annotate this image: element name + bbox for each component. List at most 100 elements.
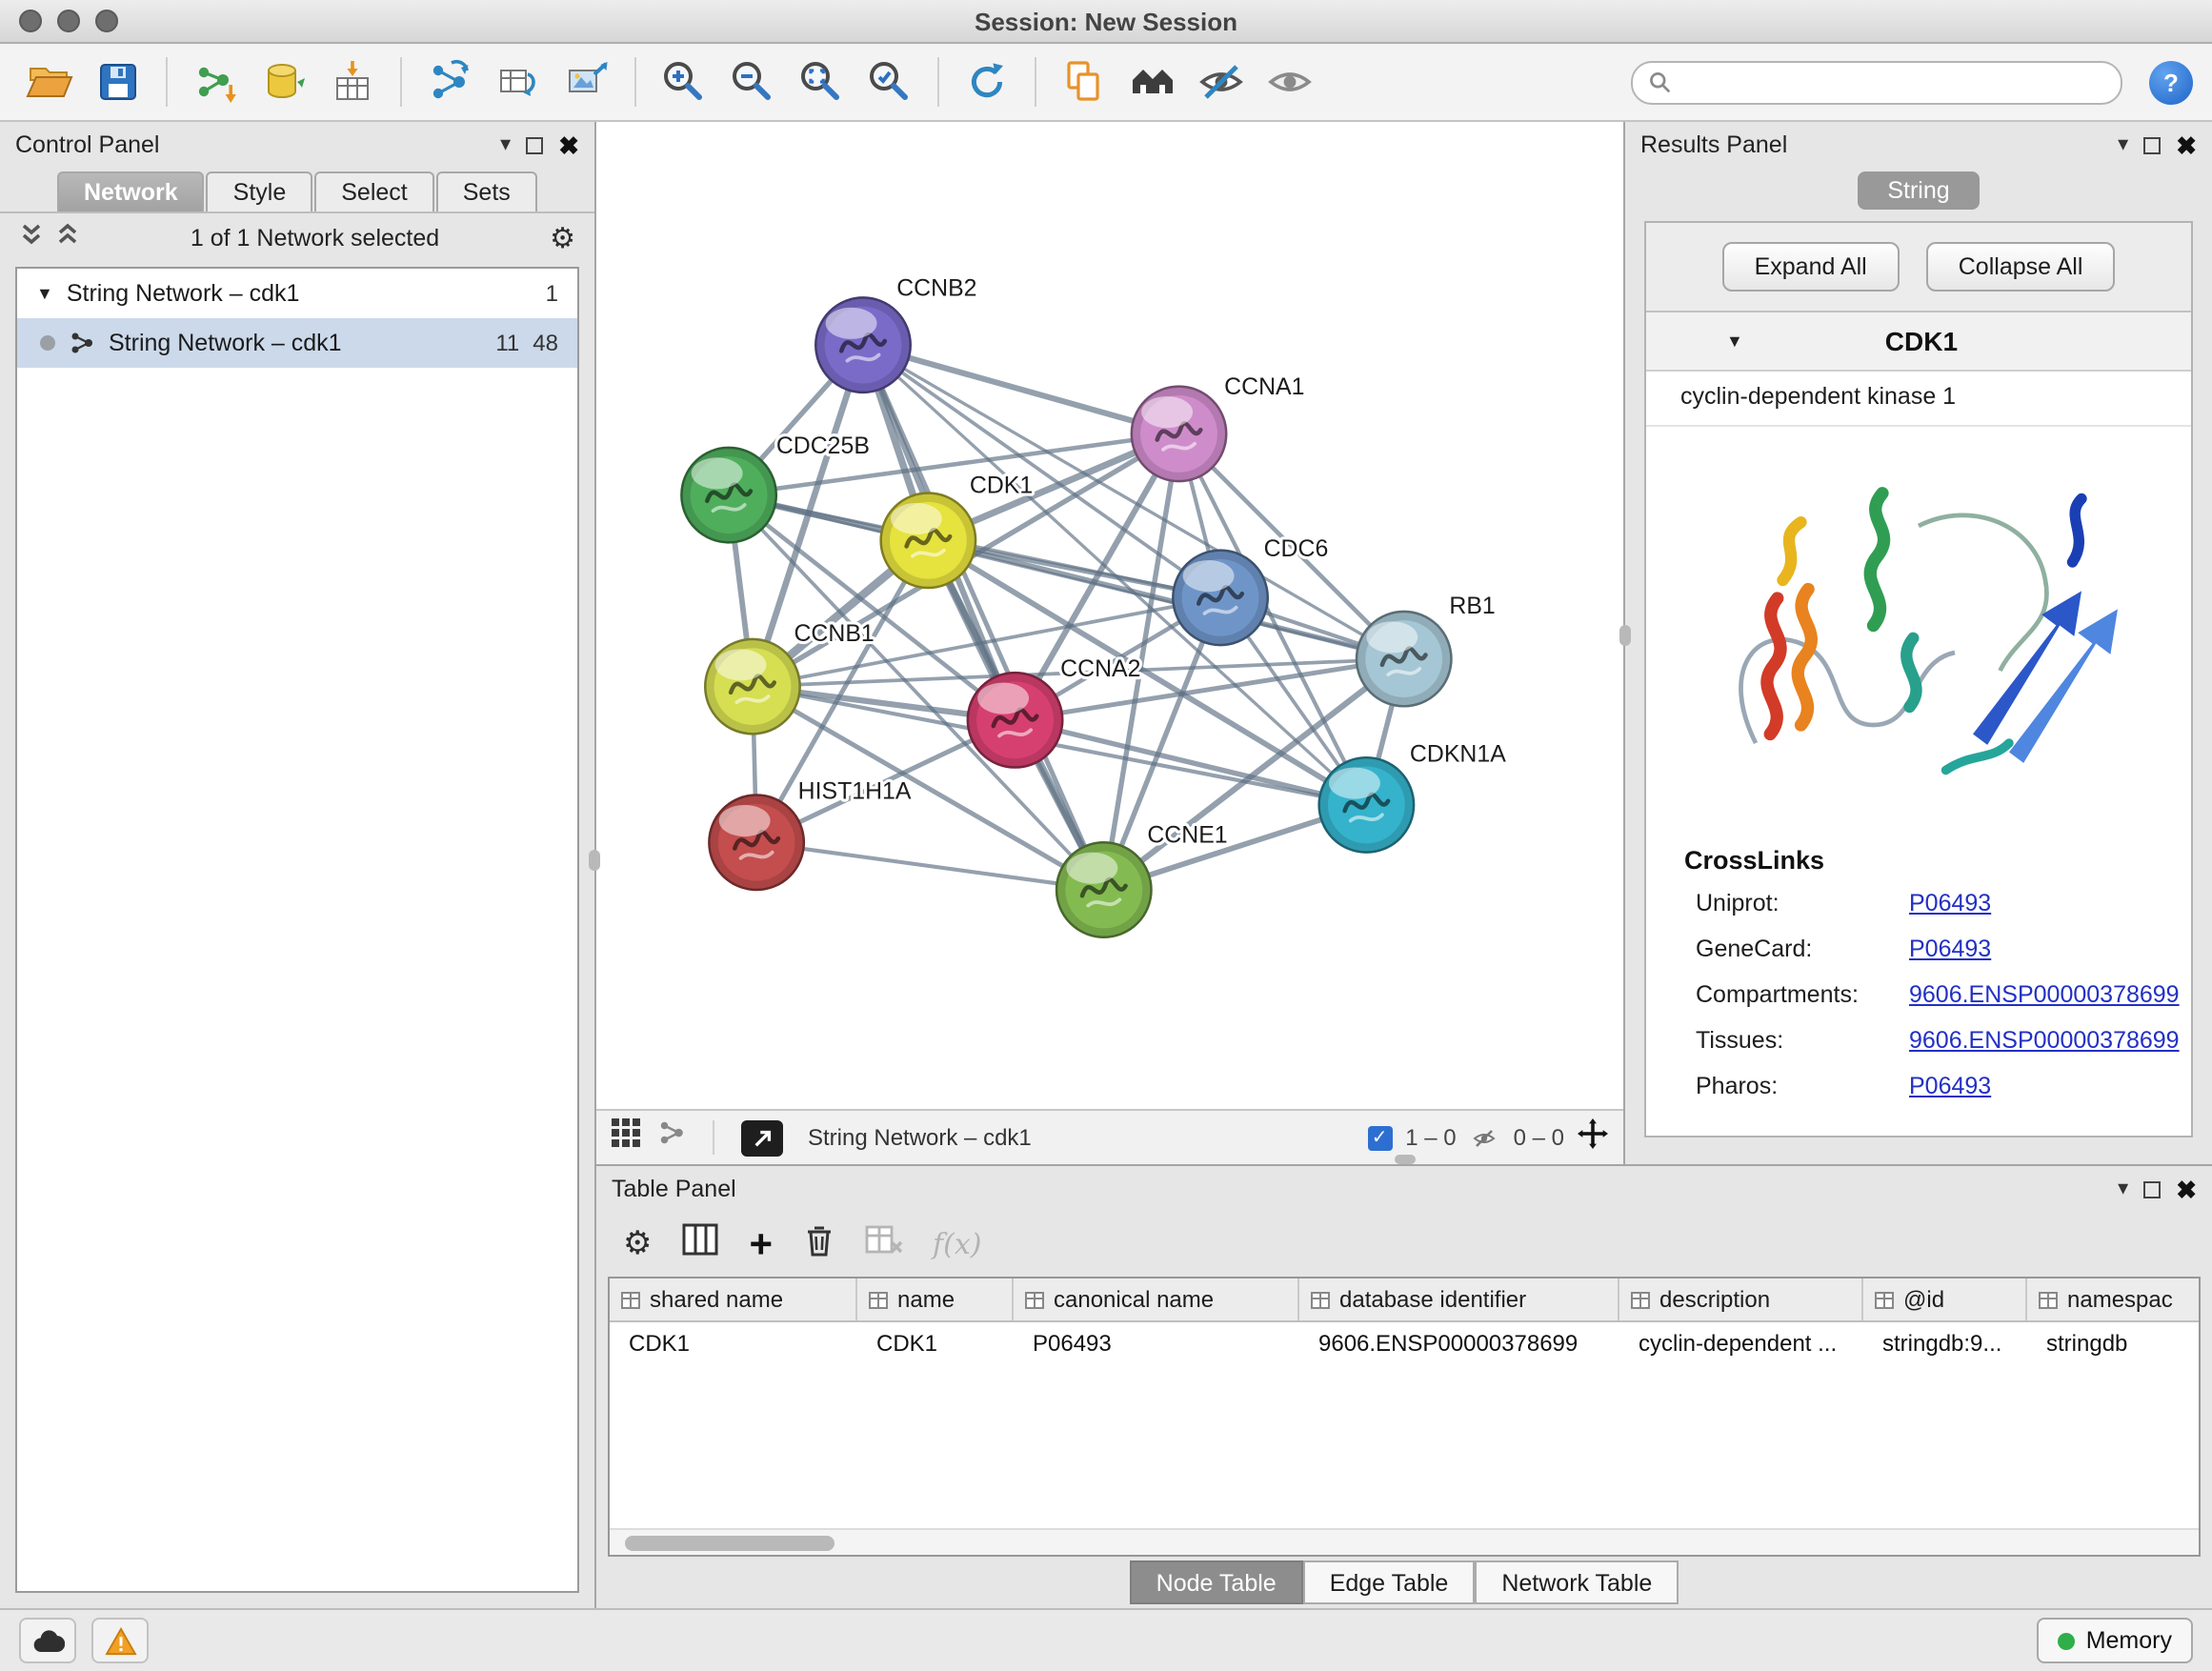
tab-string[interactable]: String — [1857, 171, 1980, 210]
tab-node-table[interactable]: Node Table — [1130, 1560, 1303, 1604]
column-header-shared-name[interactable]: shared name — [610, 1278, 857, 1320]
crosslink-row: GeneCard: P06493 — [1696, 936, 2191, 962]
network-node-cdc25b[interactable] — [681, 448, 775, 542]
panel-menu-button[interactable]: ▾ — [2118, 1178, 2128, 1199]
network-options-button[interactable]: ⚙ — [550, 221, 575, 255]
scrollbar-thumb[interactable] — [625, 1535, 835, 1550]
zoom-in-button[interactable] — [654, 51, 714, 112]
column-type-icon — [1875, 1291, 1894, 1308]
column-header-namespace[interactable]: namespac — [2027, 1278, 2199, 1320]
apply-preferred-layout-button[interactable] — [956, 51, 1017, 112]
column-header-name[interactable]: name — [857, 1278, 1014, 1320]
network-edge[interactable] — [756, 842, 1104, 890]
table-row[interactable]: CDK1 CDK1 P06493 9606.ENSP00000378699 cy… — [610, 1322, 2199, 1362]
zoom-out-button[interactable] — [722, 51, 783, 112]
network-edge[interactable] — [863, 345, 1104, 890]
network-collection-row[interactable]: ▼ String Network – cdk1 1 — [17, 269, 577, 318]
network-node-cdkn1a[interactable] — [1319, 757, 1414, 852]
home-button[interactable] — [1122, 51, 1183, 112]
birdseye-toggle-button[interactable] — [741, 1119, 783, 1156]
network-node-cdc6[interactable] — [1173, 551, 1267, 645]
network-node-hist1h1a[interactable] — [709, 795, 803, 890]
show-columns-button[interactable] — [683, 1223, 719, 1265]
cloud-status-button[interactable] — [19, 1618, 76, 1663]
crosslink-link-pharos[interactable]: P06493 — [1909, 1073, 1999, 1099]
network-node-ccna1[interactable] — [1132, 387, 1226, 481]
close-panel-button[interactable]: ✖ — [2176, 1177, 2197, 1201]
collapse-all-networks-button[interactable] — [19, 221, 44, 255]
network-canvas[interactable]: CCNB2CCNA1CDC25BCDK1CDC6RB1CCNB1CCNA2CDK… — [596, 122, 1623, 1109]
expand-all-button[interactable]: Expand All — [1722, 242, 1900, 292]
splitter-handle[interactable] — [1619, 625, 1631, 646]
column-header-id[interactable]: @id — [1863, 1278, 2027, 1320]
tab-style[interactable]: Style — [207, 171, 313, 211]
column-header-database-identifier[interactable]: database identifier — [1299, 1278, 1619, 1320]
export-image-button[interactable] — [556, 51, 617, 112]
network-overview-button[interactable] — [657, 1118, 686, 1157]
import-network-from-database-button[interactable] — [253, 51, 314, 112]
main-area: Control Panel ▾ ✖ Network Style Select S… — [0, 122, 2212, 1608]
zoom-selected-button[interactable] — [859, 51, 920, 112]
splitter-handle[interactable] — [589, 850, 600, 871]
import-network-from-file-button[interactable] — [185, 51, 246, 112]
close-panel-button[interactable]: ✖ — [2176, 132, 2197, 157]
search-input[interactable] — [1680, 67, 2105, 97]
network-node-ccne1[interactable] — [1056, 842, 1151, 936]
network-node-rb1[interactable] — [1357, 612, 1451, 706]
float-panel-button[interactable] — [2143, 1180, 2161, 1198]
network-node-ccna2[interactable] — [968, 673, 1062, 767]
tab-network-table[interactable]: Network Table — [1475, 1560, 1679, 1604]
tab-select[interactable]: Select — [314, 171, 434, 211]
memory-button[interactable]: Memory — [2037, 1618, 2193, 1663]
save-session-button[interactable] — [88, 51, 149, 112]
float-panel-button[interactable] — [2143, 136, 2161, 153]
memory-status-icon — [2058, 1632, 2075, 1649]
tab-edge-table[interactable]: Edge Table — [1303, 1560, 1476, 1604]
fit-content-button[interactable] — [1578, 1117, 1608, 1158]
gene-section-header[interactable]: ▼ CDK1 — [1646, 312, 2191, 372]
network-node-ccnb1[interactable] — [705, 639, 799, 734]
function-builder-button-disabled: f(x) — [933, 1227, 981, 1261]
warnings-button[interactable] — [91, 1618, 149, 1663]
chevron-down-icon: ▾ — [500, 134, 511, 155]
network-node-cdk1[interactable] — [881, 493, 975, 588]
splitter-handle[interactable] — [1395, 1155, 1416, 1164]
table-options-button[interactable]: ⚙ — [623, 1225, 653, 1263]
column-header-description[interactable]: description — [1619, 1278, 1863, 1320]
crosslink-link-compartments[interactable]: 9606.ENSP00000378699 — [1909, 981, 2187, 1008]
view-grid-button[interactable] — [612, 1118, 640, 1157]
column-label: canonical name — [1054, 1286, 1214, 1313]
help-button[interactable]: ? — [2149, 60, 2193, 104]
crosslink-link-uniprot[interactable]: P06493 — [1909, 890, 1999, 916]
network-row-selected[interactable]: String Network – cdk1 11 48 — [17, 318, 577, 368]
network-node-ccnb2[interactable] — [815, 297, 910, 392]
close-panel-button[interactable]: ✖ — [558, 132, 579, 157]
collapse-all-button[interactable]: Collapse All — [1926, 242, 2116, 292]
column-header-canonical-name[interactable]: canonical name — [1014, 1278, 1299, 1320]
node-label-cdk1: CDK1 — [970, 473, 1033, 499]
network-edges[interactable] — [729, 345, 1404, 890]
zoom-fit-button[interactable] — [791, 51, 852, 112]
float-panel-button[interactable] — [526, 136, 543, 153]
import-table-button[interactable] — [322, 51, 383, 112]
delete-table-button-disabled — [864, 1224, 902, 1264]
crosslink-link-tissues[interactable]: 9606.ENSP00000378699 — [1909, 1027, 2187, 1054]
panel-menu-button[interactable]: ▾ — [2118, 134, 2128, 155]
export-table-button[interactable] — [488, 51, 549, 112]
documents-button[interactable] — [1054, 51, 1115, 112]
add-column-button[interactable]: + — [750, 1224, 774, 1264]
expand-all-networks-button[interactable] — [55, 221, 80, 255]
show-all-button[interactable] — [1259, 51, 1320, 112]
control-panel-title: Control Panel — [15, 131, 485, 158]
delete-column-button[interactable] — [803, 1222, 834, 1266]
tab-network[interactable]: Network — [57, 171, 205, 211]
search-field[interactable] — [1631, 60, 2122, 104]
open-session-button[interactable] — [19, 51, 80, 112]
horizontal-scrollbar[interactable] — [610, 1528, 2199, 1555]
export-network-button[interactable] — [419, 51, 480, 112]
tab-sets[interactable]: Sets — [436, 171, 537, 211]
panel-menu-button[interactable]: ▾ — [500, 134, 511, 155]
node-label-hist1h1a: HIST1H1A — [798, 778, 912, 805]
crosslink-link-genecard[interactable]: P06493 — [1909, 936, 1999, 962]
hide-selected-button[interactable] — [1191, 51, 1252, 112]
